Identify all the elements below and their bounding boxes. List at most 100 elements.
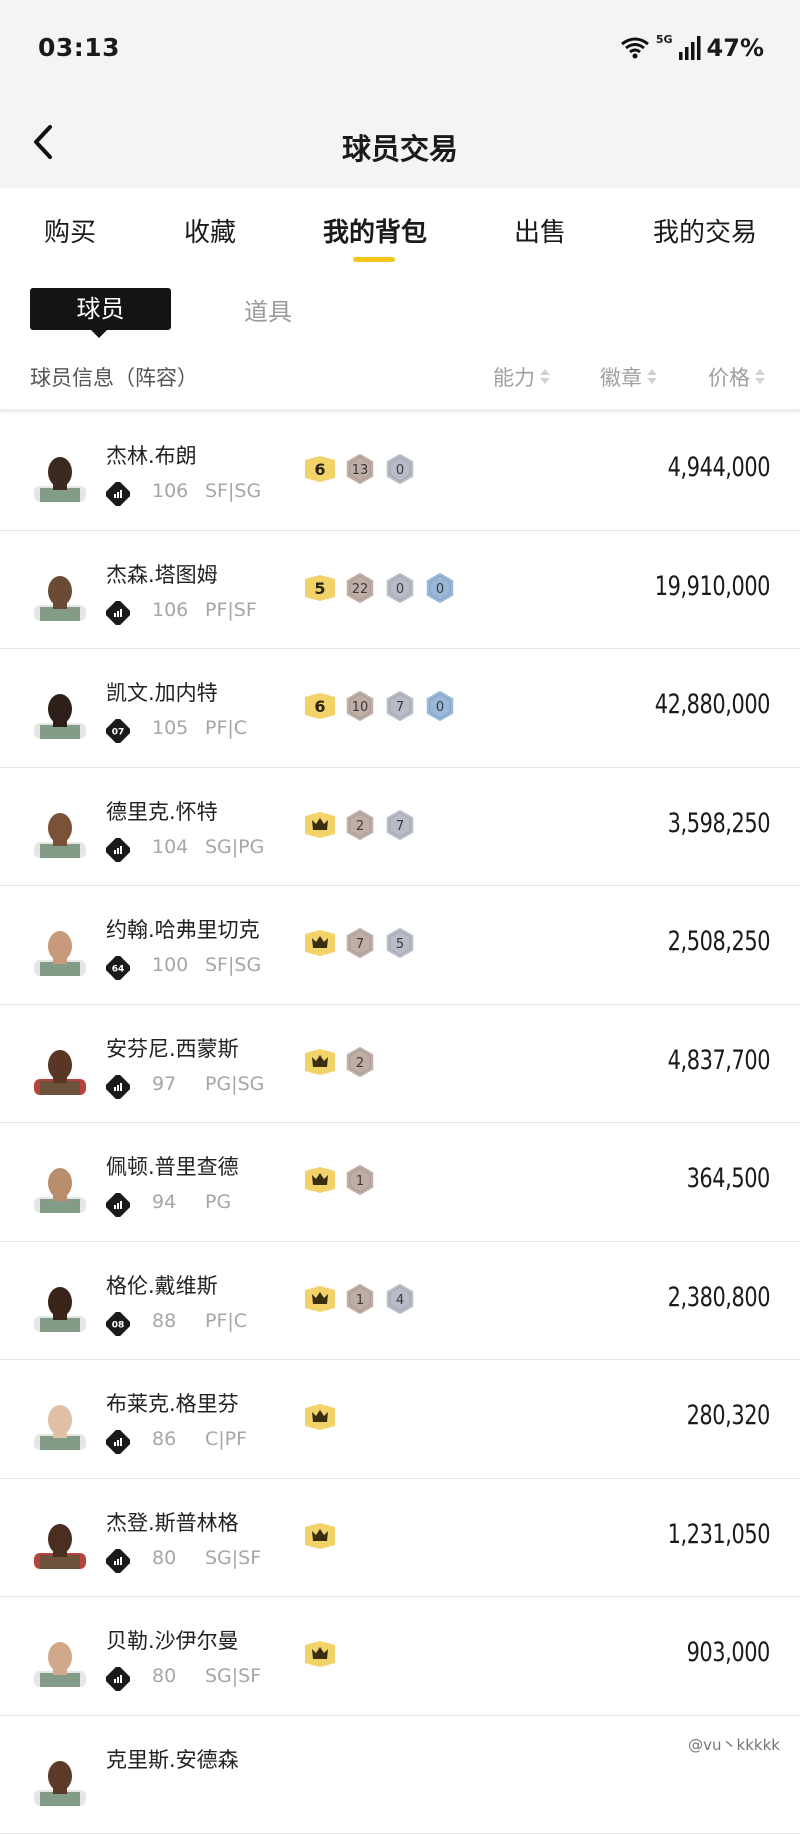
tier-number-icon: 08 <box>106 1312 130 1336</box>
badge-count: 6 <box>314 460 325 479</box>
blue-badge: 0 <box>423 571 457 605</box>
badge-count: 1 <box>356 1293 364 1308</box>
player-position: PG|SG <box>205 1073 264 1095</box>
status-bar: 03:13 5G 47% <box>0 0 800 96</box>
signal-icon <box>679 36 701 60</box>
column-player-info: 球员信息（阵容） <box>30 362 198 392</box>
badge-group: 6130 <box>303 452 417 486</box>
player-name: 凯文.加内特 <box>106 677 218 707</box>
player-position: PF|C <box>205 1310 247 1332</box>
battery-level: 47% <box>707 34 764 62</box>
badge-count: 2 <box>356 1056 364 1071</box>
tab-buy[interactable]: 购买 <box>44 212 96 249</box>
silver-badge: 7 <box>383 808 417 842</box>
badge-group: 27 <box>303 808 417 842</box>
player-row[interactable]: 安芬尼.西蒙斯97PG|SG24,837,700 <box>0 1005 800 1124</box>
silver-badge: 0 <box>383 571 417 605</box>
status-time: 03:13 <box>38 33 120 62</box>
player-avatar <box>30 1633 90 1687</box>
bronze-badge: 2 <box>343 808 377 842</box>
status-indicators: 5G 47% <box>620 33 764 63</box>
player-row[interactable]: 德里克.怀特104SG|PG273,598,250 <box>0 768 800 887</box>
silver-badge: 7 <box>383 689 417 723</box>
player-row[interactable]: 佩顿.普里查德 94 PG 1 364,500 <box>0 1123 800 1242</box>
player-avatar <box>30 1278 90 1332</box>
badge-group: 61070 <box>303 689 457 723</box>
sort-arrows-icon <box>755 368 765 386</box>
player-row[interactable]: 杰林.布朗106SF|SG61304,944,000 <box>0 412 800 531</box>
player-row[interactable]: 克里斯.安德森 <box>0 1716 800 1834</box>
tier-number-icon: 07 <box>106 719 130 743</box>
player-name: 贝勒.沙伊尔曼 <box>106 1625 239 1655</box>
crown-badge-icon <box>303 1163 337 1197</box>
badge-group: 1 <box>303 1163 377 1197</box>
bronze-badge: 10 <box>343 689 377 723</box>
player-name: 杰林.布朗 <box>106 440 197 470</box>
crown-badge-icon <box>303 1045 337 1079</box>
player-row[interactable]: 杰森.塔图姆106PF|SF5220019,910,000 <box>0 531 800 650</box>
player-position: SG|SF <box>205 1665 261 1687</box>
blue-badge: 0 <box>423 689 457 723</box>
bronze-badge: 7 <box>343 926 377 960</box>
sort-arrows-icon <box>540 368 550 386</box>
column-ability-label: 能力 <box>493 362 535 392</box>
tab-favorites[interactable]: 收藏 <box>184 212 236 249</box>
active-tab-indicator <box>353 257 395 262</box>
bronze-badge: 2 <box>343 1045 377 1079</box>
silver-badge: 0 <box>383 452 417 486</box>
player-name: 德里克.怀特 <box>106 796 218 826</box>
player-rating: 94 <box>152 1191 176 1213</box>
player-name: 格伦.戴维斯 <box>106 1270 218 1300</box>
player-row[interactable]: 格伦.戴维斯0888PF|C142,380,800 <box>0 1242 800 1361</box>
player-price: 2,508,250 <box>668 926 770 957</box>
player-row[interactable]: 贝勒.沙伊尔曼80SG|SF903,000 <box>0 1597 800 1716</box>
badge-group: 52200 <box>303 571 457 605</box>
player-rating: 106 <box>152 480 188 502</box>
player-position: PG <box>205 1191 231 1213</box>
player-rating: 88 <box>152 1310 176 1332</box>
player-rating: 105 <box>152 717 188 739</box>
player-avatar <box>30 448 90 502</box>
player-price: 19,910,000 <box>655 571 770 602</box>
sort-badges[interactable]: 徽章 <box>600 362 657 392</box>
sort-arrows-icon <box>647 368 657 386</box>
player-price: 4,944,000 <box>668 452 770 483</box>
silver-badge: 5 <box>383 926 417 960</box>
crown-badge-icon <box>303 1637 337 1671</box>
player-price: 364,500 <box>687 1163 770 1194</box>
player-row[interactable]: 布莱克.格里芬86C|PF280,320 <box>0 1360 800 1479</box>
player-price: 4,837,700 <box>668 1045 770 1076</box>
sort-ability[interactable]: 能力 <box>493 362 550 392</box>
sort-price[interactable]: 价格 <box>708 362 765 392</box>
player-price: 42,880,000 <box>655 689 770 720</box>
crown-badge-icon <box>303 1519 337 1553</box>
tab-my-trades[interactable]: 我的交易 <box>653 212 757 249</box>
player-rating: 104 <box>152 836 188 858</box>
tab-my-backpack[interactable]: 我的背包 <box>323 212 427 249</box>
badge-count: 0 <box>436 582 444 597</box>
tier-bars-icon <box>106 1075 130 1099</box>
network-label: 5G <box>656 33 673 46</box>
player-row[interactable]: 约翰.哈弗里切克64100SF|SG752,508,250 <box>0 886 800 1005</box>
badge-count: 5 <box>314 579 325 598</box>
tab-sell[interactable]: 出售 <box>514 212 566 249</box>
bronze-badge: 1 <box>343 1163 377 1197</box>
segment-players[interactable]: 球员 <box>30 288 171 330</box>
badge-group <box>303 1519 337 1553</box>
player-position: PF|SF <box>205 599 257 621</box>
player-row[interactable]: 杰登.斯普林格80SG|SF1,231,050 <box>0 1479 800 1598</box>
player-position: SF|SG <box>205 954 261 976</box>
badge-count: 7 <box>396 700 404 715</box>
segment-items[interactable]: 道具 <box>244 292 292 327</box>
player-name: 佩顿.普里查德 <box>106 1151 239 1181</box>
player-list: 杰林.布朗106SF|SG61304,944,000杰森.塔图姆106PF|SF… <box>0 412 800 1834</box>
segment-pointer <box>91 330 107 338</box>
tier-bars-icon <box>106 1193 130 1217</box>
player-row[interactable]: 凯文.加内特07105PF|C6107042,880,000 <box>0 649 800 768</box>
player-position: C|PF <box>205 1428 247 1450</box>
watermark: @vu丶kkkkk <box>688 1734 780 1755</box>
tier-bars-icon <box>106 1430 130 1454</box>
player-price: 1,231,050 <box>668 1519 770 1550</box>
wifi-icon <box>620 36 650 60</box>
player-price: 280,320 <box>687 1400 770 1431</box>
